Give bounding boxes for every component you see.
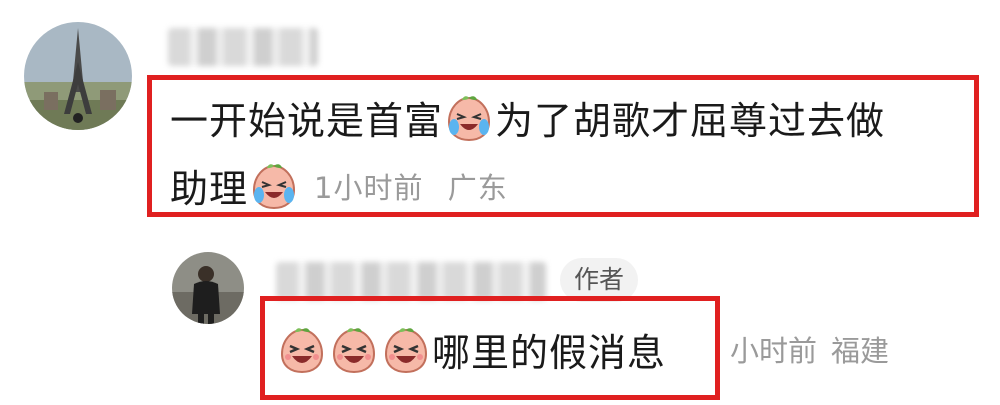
comment-line-2: 助理 1小时前 广东 bbox=[170, 158, 522, 213]
comment-text-part3: 助理 bbox=[170, 167, 249, 211]
comment-text-part2: 为了胡歌才屈尊过去做 bbox=[495, 99, 886, 143]
reply-author-name-blurred bbox=[276, 262, 546, 300]
laughing-peach-icon bbox=[278, 326, 326, 374]
comment-location: 广东 bbox=[447, 170, 508, 205]
commenter-name-blurred bbox=[168, 28, 318, 66]
comment-line-1: 一开始说是首富 为了胡歌才屈尊过去做 bbox=[170, 90, 885, 145]
laughing-peach-icon bbox=[382, 326, 430, 374]
reply-meta: 小时前 福建 bbox=[730, 328, 889, 370]
reply-location: 福建 bbox=[831, 334, 890, 368]
crying-laughing-peach-icon bbox=[445, 94, 493, 142]
reply-line: 哪里的假消息 bbox=[276, 322, 666, 377]
reply-time: 小时前 bbox=[730, 334, 818, 368]
comment-text-part1: 一开始说是首富 bbox=[170, 99, 444, 143]
laughing-peach-icon bbox=[330, 326, 378, 374]
comment-time: 1小时前 bbox=[314, 170, 424, 205]
reply-author-avatar[interactable] bbox=[172, 252, 244, 324]
reply-text: 哪里的假消息 bbox=[432, 331, 667, 375]
comment-meta: 1小时前 广东 bbox=[314, 165, 522, 207]
commenter-avatar[interactable] bbox=[24, 22, 132, 130]
crying-laughing-peach-icon bbox=[250, 162, 298, 210]
